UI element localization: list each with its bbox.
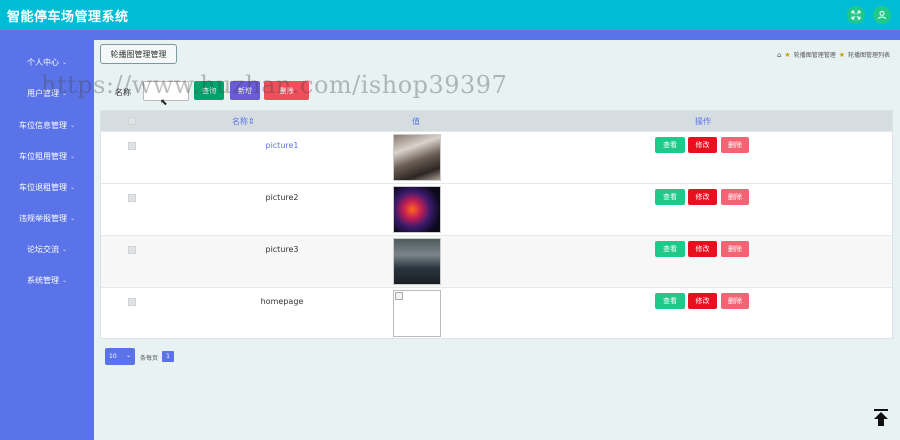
table-row: picture3 查看 修改 删除 (101, 235, 892, 287)
sidebar-item-personal-center[interactable]: 个人中心 ⌄ (0, 50, 94, 74)
back-to-top-icon[interactable] (872, 408, 890, 428)
delete-button[interactable]: 删除 (721, 189, 749, 205)
breadcrumb-item[interactable]: 轮播图管理管理 (794, 50, 836, 59)
row-thumbnail (393, 134, 441, 181)
row-thumbnail (393, 290, 441, 337)
page-size-select[interactable]: 10 ⌄ (105, 348, 135, 365)
sidebar: 个人中心 ⌄ 用户管理 ⌄ 车位信息管理 ⌄ 车位租用管理 ⌄ 车位退租管理 ⌄ 违规举报… (0, 40, 94, 440)
data-table: 名称⇕ 值 操作 picture1 查看 修改 删除 picture2 查看 修… (100, 110, 893, 339)
row-checkbox[interactable] (128, 246, 136, 254)
delete-button[interactable]: 删除 (721, 241, 749, 257)
star-icon: ★ (784, 50, 791, 59)
search-label: 名称 (115, 88, 131, 97)
delete-button[interactable]: 删除 (721, 137, 749, 153)
table-row: homepage 查看 修改 删除 (101, 287, 892, 339)
app-title: 智能停车场管理系统 (7, 10, 129, 25)
row-thumbnail (393, 186, 441, 233)
header-strip (0, 30, 900, 40)
edit-button[interactable]: 修改 (688, 293, 717, 309)
chevron-down-icon: ⌄ (69, 183, 76, 191)
page-number-current[interactable]: 1 (162, 351, 174, 362)
table-header: 名称⇕ 值 操作 (101, 111, 892, 131)
chevron-down-icon: ⌄ (69, 121, 76, 129)
star-icon: ★ (838, 50, 845, 59)
per-page-label: 条每页 (140, 355, 159, 362)
add-button[interactable]: 新增 (230, 81, 260, 100)
edit-button[interactable]: 修改 (688, 241, 717, 257)
chevron-down-icon: ⌄ (125, 352, 131, 359)
sort-icon: ⇕ (248, 117, 255, 126)
sidebar-item-user-management[interactable]: 用户管理 ⌄ (0, 81, 94, 105)
sidebar-item-system-management[interactable]: 系统管理 ⌄ (0, 268, 94, 292)
home-icon[interactable]: ⌂ (777, 51, 781, 59)
query-button[interactable]: 查询 (194, 81, 224, 100)
row-thumbnail (393, 238, 441, 285)
sidebar-item-space-rental[interactable]: 车位租用管理 ⌄ (0, 144, 94, 168)
view-button[interactable]: 查看 (655, 189, 685, 205)
view-button[interactable]: 查看 (655, 293, 685, 309)
delete-button[interactable]: 删除 (721, 293, 749, 309)
chevron-down-icon: ⌄ (69, 152, 76, 160)
column-header-value: 值 (412, 117, 420, 126)
sidebar-item-space-return[interactable]: 车位退租管理 ⌄ (0, 175, 94, 199)
row-name: picture3 (265, 245, 299, 254)
cursor-icon: ⬉ (160, 98, 168, 108)
select-all-checkbox[interactable] (128, 117, 136, 125)
breadcrumb: ⌂ ★ 轮播图管理管理 ★ 轮播图管理列表 (777, 50, 890, 60)
view-button[interactable]: 查看 (655, 137, 685, 153)
breadcrumb-item: 轮播图管理列表 (847, 52, 890, 59)
chevron-down-icon: ⌄ (61, 89, 68, 97)
table-row: picture2 查看 修改 删除 (101, 183, 892, 235)
row-checkbox[interactable] (128, 194, 136, 202)
broken-image-icon (395, 292, 403, 300)
chevron-down-icon: ⌄ (61, 58, 68, 66)
column-header-actions: 操作 (695, 117, 711, 126)
row-name: picture2 (265, 193, 299, 202)
column-header-name[interactable]: 名称⇕ (232, 116, 255, 127)
delete-selected-button[interactable]: 删除 (264, 81, 309, 100)
table-row: picture1 查看 修改 删除 (101, 131, 892, 183)
row-checkbox[interactable] (128, 142, 136, 150)
row-name: homepage (260, 297, 304, 306)
page-tab[interactable]: 轮播图管理管理 (100, 44, 177, 64)
sidebar-item-forum[interactable]: 论坛交流 ⌄ (0, 237, 94, 261)
chevron-down-icon: ⌄ (61, 276, 68, 284)
edit-button[interactable]: 修改 (688, 189, 717, 205)
chevron-down-icon: ⌄ (69, 214, 76, 222)
chevron-down-icon: ⌄ (61, 245, 68, 253)
app-header: 智能停车场管理系统 (0, 0, 900, 30)
view-button[interactable]: 查看 (655, 241, 685, 257)
sidebar-item-violation-report[interactable]: 违规举报管理 ⌄ (0, 206, 94, 230)
expand-icon[interactable] (847, 6, 865, 24)
row-checkbox[interactable] (128, 298, 136, 306)
user-icon[interactable] (873, 6, 891, 24)
row-name: picture1 (265, 141, 299, 150)
edit-button[interactable]: 修改 (688, 137, 717, 153)
sidebar-item-space-info[interactable]: 车位信息管理 ⌄ (0, 113, 94, 137)
